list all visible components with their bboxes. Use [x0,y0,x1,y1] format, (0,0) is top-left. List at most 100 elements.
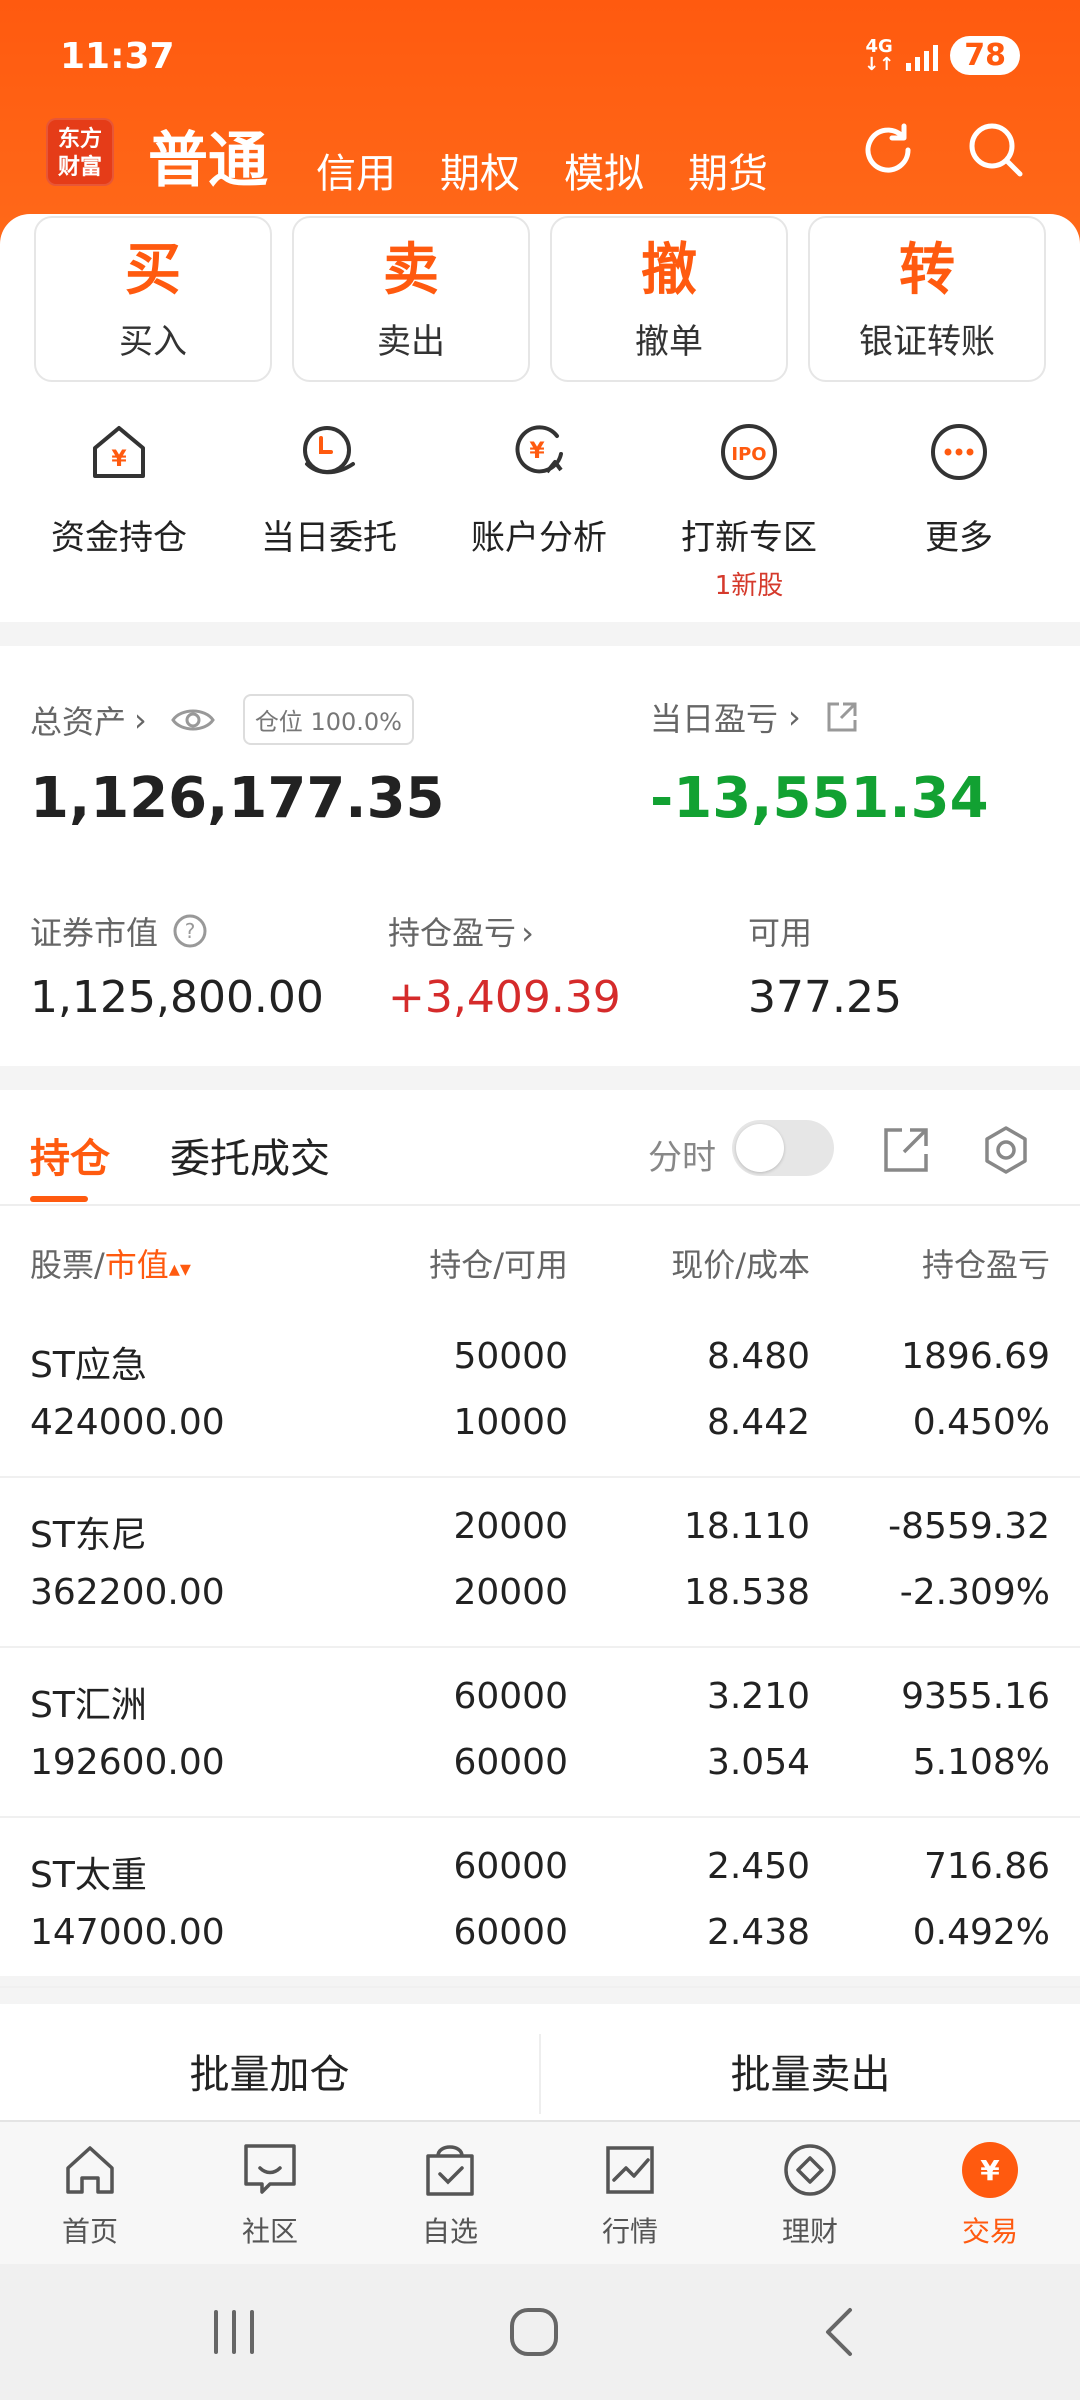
nav-home-label: 首页 [61,2215,118,2248]
wealth-icon [784,2144,836,2196]
total-assets-link[interactable]: 总资产 › 仓位 100.0% [30,694,414,745]
cancel-glyph: 撤 [641,238,697,303]
intraday-label: 分时 [648,1138,716,1178]
current-price: 2.450 [706,1846,810,1887]
signal-icon [906,41,939,71]
daily-order-icon [303,426,355,475]
svg-text:IPO: IPO [731,444,766,465]
recent-apps-icon[interactable] [206,2308,262,2356]
refresh-icon[interactable] [856,118,920,182]
more-button[interactable]: 更多 [854,420,1064,602]
stock-name: ST应急 [30,1345,147,1386]
nav-watchlist[interactable]: 自选 [360,2122,540,2264]
eye-icon[interactable] [171,705,215,735]
table-row[interactable]: ST应急 424000.00 50000 10000 8.480 8.442 1… [0,1308,1080,1478]
home-button-icon[interactable] [508,2306,560,2358]
funds-position-label: 资金持仓 [51,518,187,558]
nav-home[interactable]: 首页 [0,2122,180,2264]
nav-trade[interactable]: ¥ 交易 [900,2122,1080,2264]
market-value-block: 证券市值 ? 1,125,800.00 [30,908,324,1023]
logo-line-1: 东方 [57,127,102,152]
search-icon[interactable] [964,118,1028,182]
col-pl-header: 持仓盈亏 [921,1246,1050,1284]
tab-normal[interactable]: 普通 [148,112,268,199]
sell-button[interactable]: 卖 卖出 [292,216,530,382]
batch-sell-button[interactable]: 批量卖出 [541,2004,1080,2120]
available-qty: 10000 [453,1402,568,1443]
settings-icon[interactable] [980,1124,1032,1176]
export-icon[interactable] [880,1124,932,1176]
quick-actions: 买 买入 卖 卖出 撤 撤单 转 银证转账 [34,216,1046,382]
chevron-right-icon: › [134,700,147,739]
network-indicator: 4G ↓↑ [864,35,895,75]
market-value-label: 证券市值 [30,914,159,952]
holding-qty: 50000 [453,1336,568,1377]
asset-summary: 总资产 › 仓位 100.0% 1,126,177.35 当日盈亏 › -13,… [0,646,1080,1066]
holding-pl-block[interactable]: 持仓盈亏 › +3,409.39 [388,908,621,1023]
svg-text:¥: ¥ [111,447,127,472]
tab-futures[interactable]: 期货 [688,141,768,199]
status-bar-icons: 4G ↓↑ 78 [864,36,1020,75]
funds-position-icon: ¥ [93,426,145,478]
table-row[interactable]: ST太重 147000.00 60000 60000 2.450 2.438 7… [0,1818,1080,1988]
cost-price: 3.054 [706,1742,810,1783]
available-qty: 60000 [453,1742,568,1783]
new-stock-count: 1新股 [714,571,784,601]
batch-add-button[interactable]: 批量加仓 [0,2004,539,2120]
nav-market[interactable]: 行情 [540,2122,720,2264]
tab-options[interactable]: 期权 [440,141,520,199]
holding-pl: 1896.69 [901,1336,1050,1377]
holding-pl-pct: -2.309% [899,1572,1050,1613]
sell-label: 卖出 [377,322,445,362]
holding-qty: 20000 [453,1506,568,1547]
funds-position-button[interactable]: ¥ 资金持仓 [14,420,224,602]
day-pl-link[interactable]: 当日盈亏 › [650,694,859,740]
function-row: ¥ 资金持仓 当日委托 ¥ 账户分析 IPO 打新专区 1新股 更多 [0,420,1080,602]
holding-pl-pct: 0.492% [912,1912,1050,1953]
batch-actions: 批量加仓 批量卖出 [0,2004,1080,2120]
ipo-zone-label: 打新专区 [681,518,817,558]
bank-transfer-button[interactable]: 转 银证转账 [808,216,1046,382]
tab-simulation[interactable]: 模拟 [564,141,644,199]
logo-line-2: 财富 [57,155,102,180]
intraday-toggle[interactable] [732,1120,834,1176]
total-assets-label: 总资产 [30,702,127,741]
tab-orders-trades[interactable]: 委托成交 [170,1126,330,1184]
chevron-right-icon: › [521,914,534,952]
share-icon[interactable] [825,700,859,734]
holding-pl-pct: 5.108% [912,1742,1050,1783]
holding-pl: -8559.32 [888,1506,1050,1547]
buy-glyph: 买 [125,238,181,303]
trade-actions-card: 买 买入 卖 卖出 撤 撤单 转 银证转账 ¥ 资金持仓 当日委托 ¥ 账户分析… [0,214,1080,622]
nav-wealth[interactable]: 理财 [720,2122,900,2264]
sort-icon: ▴▾ [168,1257,191,1282]
ipo-zone-button[interactable]: IPO 打新专区 1新股 [644,420,854,602]
community-icon [244,2144,296,2194]
buy-button[interactable]: 买 买入 [34,216,272,382]
nav-trade-label: 交易 [961,2215,1018,2248]
bottom-nav: 首页 社区 自选 行情 理财 ¥ 交易 [0,2120,1080,2264]
market-value: 192600.00 [30,1742,225,1783]
col-stock-header[interactable]: 股票/市值▴▾ [30,1240,191,1286]
col-price-header: 现价/成本 [671,1246,810,1284]
holding-qty: 60000 [453,1676,568,1717]
positions-tabs: 持仓 委托成交 分时 [0,1090,1080,1206]
back-icon[interactable] [818,2306,858,2358]
table-row[interactable]: ST东尼 362200.00 20000 20000 18.110 18.538… [0,1478,1080,1648]
cancel-order-button[interactable]: 撤 撤单 [550,216,788,382]
daily-order-button[interactable]: 当日委托 [224,420,434,602]
tab-positions[interactable]: 持仓 [30,1126,110,1184]
buy-label: 买入 [119,322,187,362]
help-icon[interactable]: ? [172,913,208,949]
positions-panel: 持仓 委托成交 分时 股票/市值▴▾ 持仓/可用 现价/成本 持仓盈亏 ST应急… [0,1090,1080,1988]
toggle-knob [736,1124,784,1172]
nav-community[interactable]: 社区 [180,2122,360,2264]
stock-name: ST汇洲 [30,1685,147,1726]
more-label: 更多 [925,518,993,558]
tab-credit[interactable]: 信用 [316,141,396,199]
account-analysis-button[interactable]: ¥ 账户分析 [434,420,644,602]
battery-indicator: 78 [950,36,1020,75]
available-qty: 60000 [453,1912,568,1953]
table-row[interactable]: ST汇洲 192600.00 60000 60000 3.210 3.054 9… [0,1648,1080,1818]
available-qty: 20000 [453,1572,568,1613]
